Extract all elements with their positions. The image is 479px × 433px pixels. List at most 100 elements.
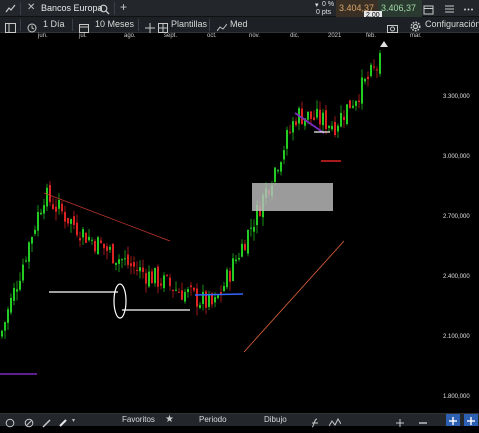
chart-type-icon[interactable]	[5, 3, 16, 17]
candle-body	[214, 297, 216, 303]
y-label-3300: 3.300,000	[443, 94, 470, 100]
candle-body	[244, 243, 246, 251]
candle-body	[136, 269, 138, 271]
candle-body	[121, 259, 123, 261]
candle-body	[247, 230, 249, 254]
candle-body	[178, 291, 180, 293]
candle-body	[364, 78, 366, 82]
candle-body	[4, 322, 6, 331]
candle-body	[10, 297, 12, 313]
favorites-button[interactable]: Favoritos	[122, 415, 155, 424]
function-icon[interactable]	[310, 415, 320, 433]
candle-body	[250, 227, 252, 229]
hide-icon[interactable]	[24, 415, 34, 433]
candle-body	[115, 262, 117, 265]
brush-icon[interactable]	[58, 415, 68, 433]
star-icon[interactable]: ★	[165, 414, 174, 425]
candle-body	[166, 274, 168, 276]
candle-body	[235, 259, 237, 262]
candle-body	[103, 243, 105, 249]
candle-body	[253, 227, 255, 232]
change-pts: 0 pts	[316, 9, 332, 16]
white-ellipse	[113, 283, 127, 319]
candle-body	[334, 121, 336, 136]
candle-body	[184, 292, 186, 302]
gray-zone	[252, 183, 333, 211]
candle-body	[322, 112, 324, 126]
candle-body	[151, 271, 153, 284]
indicator-button[interactable]: Med	[230, 19, 248, 29]
candle-body	[316, 108, 318, 118]
candle-body	[106, 246, 108, 251]
interval-select[interactable]: 1 Día	[43, 19, 65, 29]
candle-body	[349, 100, 351, 109]
candle-body	[367, 76, 369, 80]
candle-body	[31, 237, 33, 244]
candle-body	[205, 291, 207, 308]
refresh-icon[interactable]	[5, 415, 15, 433]
trendline-rise	[243, 240, 345, 353]
candle-body	[127, 254, 129, 265]
close-icon[interactable]: ✕	[27, 3, 35, 13]
candle-body	[52, 204, 54, 209]
price-chart[interactable]: jun. jul. ago. sept. oct. nov. dic. 2021…	[0, 33, 479, 413]
candle-body	[145, 273, 147, 284]
period-button[interactable]: Periodo	[199, 415, 227, 424]
candle-body	[157, 266, 159, 287]
chart-toolbar: 1 Día 10 Meses Plantillas Med Configurac…	[0, 17, 479, 33]
candle-body	[223, 285, 225, 292]
candle-body	[346, 104, 348, 124]
candle-body	[373, 66, 375, 68]
symbol-label[interactable]: Bancos Europa	[41, 3, 103, 13]
candle-body	[358, 100, 360, 103]
candle-body	[160, 283, 162, 286]
blue-support-line	[194, 293, 244, 296]
candle-body	[379, 53, 381, 74]
candle-body	[148, 271, 150, 287]
candle-body	[355, 101, 357, 106]
fit-icon[interactable]	[395, 415, 405, 433]
candle-body	[175, 289, 177, 291]
candle-body	[16, 289, 18, 292]
zoom-out-icon[interactable]	[418, 415, 428, 433]
x-label-jun: jun.	[38, 33, 48, 39]
x-label-jul: jul.	[79, 33, 87, 39]
pencil-icon[interactable]	[42, 415, 52, 433]
zoom-plus-button[interactable]	[464, 414, 478, 426]
y-label-2400: 2.400,000	[443, 274, 470, 280]
candle-body	[376, 69, 378, 71]
candle-body	[217, 295, 219, 299]
x-label-mar: mar.	[410, 33, 422, 39]
range-select[interactable]: 10 Meses	[95, 19, 134, 29]
drawing-button[interactable]: Dibujo	[264, 415, 287, 424]
candle-body	[286, 129, 288, 149]
brush-chevron-icon[interactable]: ▾	[72, 417, 75, 424]
candle-body	[79, 238, 81, 241]
candle-body	[70, 219, 72, 224]
candle-body	[202, 292, 204, 304]
change-arrow-icon: ▾	[315, 2, 319, 9]
candle-body	[76, 222, 78, 236]
settings-button[interactable]: Configuración	[425, 19, 479, 29]
y-label-3000: 3.000,000	[443, 154, 470, 160]
candle-body	[7, 309, 9, 323]
templates-button[interactable]: Plantillas	[171, 19, 207, 29]
zoom-in-button[interactable]	[446, 414, 460, 426]
candle-body	[64, 212, 66, 222]
candle-body	[340, 112, 342, 127]
candle-body	[289, 131, 291, 133]
candle-body	[238, 257, 240, 260]
candle-body	[43, 205, 45, 214]
add-tab-icon[interactable]: +	[120, 0, 127, 14]
candle-body	[97, 237, 99, 255]
ask-price[interactable]: 3.406,37	[378, 0, 422, 17]
candle-body	[34, 229, 36, 234]
candle-body	[307, 111, 309, 120]
candle-body	[292, 121, 294, 133]
candle-body	[73, 216, 75, 225]
bottom-toolbar: ▾ Favoritos ★ Periodo Dibujo	[0, 413, 479, 428]
indicators-icon[interactable]	[328, 415, 342, 433]
candle-body	[241, 243, 243, 257]
candle-body	[37, 212, 39, 231]
title-bar: ✕ Bancos Europa + ▾ 0 % 0 pts 3.404,37 3…	[0, 0, 479, 20]
